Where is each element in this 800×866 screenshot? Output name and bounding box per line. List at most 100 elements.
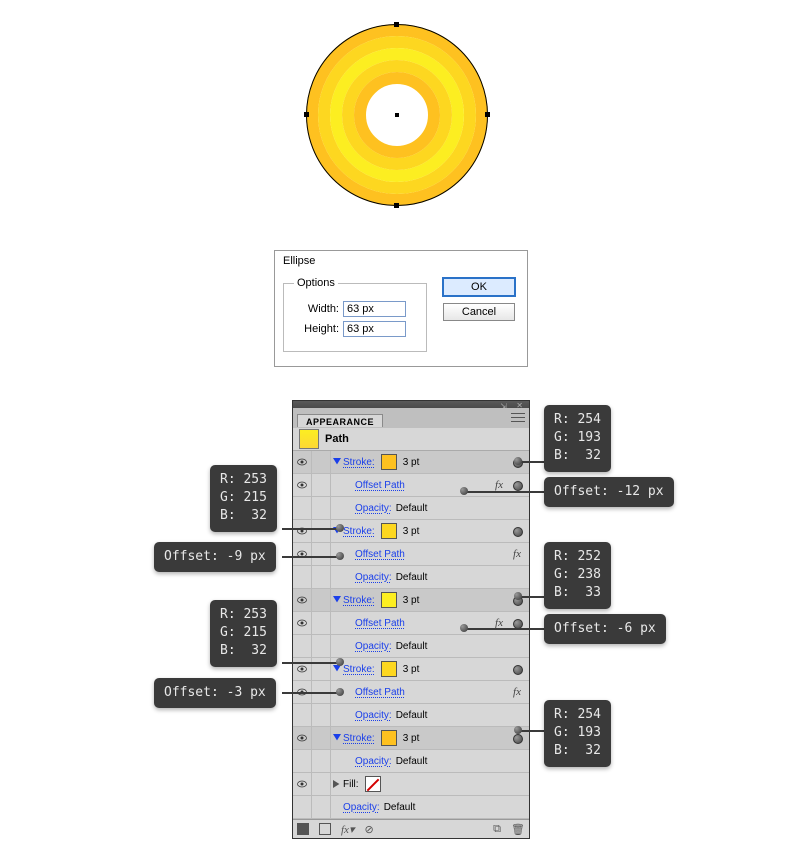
tab-appearance[interactable]: APPEARANCE (297, 414, 383, 427)
ellipse-dialog: Ellipse Options Width: Height: OK Cancel (274, 250, 528, 367)
opacity-row-1[interactable]: Opacity: Default (293, 497, 529, 520)
path-header[interactable]: Path (293, 428, 529, 451)
disclosure-icon[interactable] (331, 734, 343, 742)
opacity-row-2[interactable]: Opacity: Default (293, 566, 529, 589)
callout-rgb-2: R: 253 G: 215 B: 32 (210, 465, 277, 532)
path-thumb (299, 429, 319, 449)
width-input[interactable] (343, 301, 406, 317)
disclosure-icon[interactable] (331, 665, 343, 673)
visibility-toggle[interactable] (293, 474, 312, 496)
stroke-label[interactable]: Stroke: (343, 595, 375, 606)
opacity-row-5[interactable]: Opacity: Default (293, 750, 529, 773)
offset-row-2[interactable]: Offset Path fx (293, 543, 529, 566)
panel-menu-icon[interactable] (511, 411, 525, 423)
knob[interactable] (513, 665, 523, 675)
opacity-label[interactable]: Opacity: (355, 572, 392, 583)
options-legend: Options (294, 277, 338, 289)
stroke-row-2[interactable]: Stroke: 3 pt (293, 520, 529, 543)
callout-rgb-3: R: 252 G: 238 B: 33 (544, 542, 611, 609)
stroke-weight-5[interactable]: 3 pt (403, 733, 420, 744)
panel-footer: fx▾ ⊘ ⧉ 🗑 (293, 819, 529, 838)
stroke-row-3[interactable]: Stroke: 3 pt (293, 589, 529, 612)
opacity-row-final[interactable]: Opacity: Default (293, 796, 529, 819)
panel-tabbar: APPEARANCE (293, 408, 529, 428)
opacity-row-3[interactable]: Opacity: Default (293, 635, 529, 658)
opacity-value: Default (396, 641, 428, 652)
handle-s[interactable] (394, 203, 399, 208)
offset-label[interactable]: Offset Path (355, 480, 405, 491)
visibility-toggle[interactable] (293, 543, 312, 565)
stroke-label[interactable]: Stroke: (343, 733, 375, 744)
stroke-swatch-1[interactable] (381, 454, 397, 470)
width-label: Width: (294, 303, 343, 315)
ok-button[interactable]: OK (442, 277, 516, 297)
duplicate-icon[interactable]: ⧉ (493, 823, 501, 836)
new-fill-icon[interactable] (297, 823, 309, 835)
new-stroke-icon[interactable] (319, 823, 331, 835)
opacity-value: Default (396, 756, 428, 767)
fill-swatch-none[interactable] (365, 776, 381, 792)
callout-rgb-4: R: 253 G: 215 B: 32 (210, 600, 277, 667)
opacity-label[interactable]: Opacity: (355, 641, 392, 652)
offset-row-3[interactable]: Offset Path fx (293, 612, 529, 635)
callout-offset-1: Offset: -12 px (544, 477, 674, 507)
opacity-value: Default (384, 802, 416, 813)
fill-label[interactable]: Fill: (343, 779, 359, 790)
stroke-row-1[interactable]: Stroke: 3 pt (293, 451, 529, 474)
fx-indicator[interactable]: fx (513, 686, 521, 698)
appearance-list: Stroke: 3 pt Offset Path fx Opacity: Def… (293, 451, 529, 819)
fx-indicator[interactable]: fx (513, 548, 521, 560)
callout-offset-4: Offset: -3 px (154, 678, 276, 708)
height-label: Height: (294, 323, 343, 335)
stroke-swatch-5[interactable] (381, 730, 397, 746)
stroke-row-5[interactable]: Stroke: 3 pt (293, 727, 529, 750)
fx-indicator[interactable]: fx (495, 479, 503, 491)
disclosure-icon[interactable] (331, 596, 343, 604)
stroke-swatch-3[interactable] (381, 592, 397, 608)
path-label: Path (325, 433, 349, 445)
artwork-canvas (297, 15, 497, 215)
stroke-swatch-2[interactable] (381, 523, 397, 539)
stroke-label[interactable]: Stroke: (343, 526, 375, 537)
handle-w[interactable] (304, 112, 309, 117)
opacity-label[interactable]: Opacity: (355, 503, 392, 514)
visibility-toggle[interactable] (293, 727, 312, 749)
stroke-weight-1[interactable]: 3 pt (403, 457, 420, 468)
opacity-value: Default (396, 503, 428, 514)
handle-e[interactable] (485, 112, 490, 117)
disclosure-icon[interactable] (331, 458, 343, 466)
visibility-toggle[interactable] (293, 451, 312, 473)
visibility-toggle[interactable] (293, 612, 312, 634)
opacity-value: Default (396, 710, 428, 721)
knob[interactable] (513, 527, 523, 537)
stroke-swatch-4[interactable] (381, 661, 397, 677)
height-input[interactable] (343, 321, 406, 337)
opacity-label[interactable]: Opacity: (343, 802, 380, 813)
clear-appearance-icon[interactable]: ⊘ (364, 823, 373, 836)
knob[interactable] (513, 734, 523, 744)
opacity-label[interactable]: Opacity: (355, 756, 392, 767)
disclosure-icon[interactable] (331, 780, 343, 788)
fill-row[interactable]: Fill: (293, 773, 529, 796)
add-effect-icon[interactable]: fx▾ (341, 823, 354, 836)
stroke-label[interactable]: Stroke: (343, 664, 375, 675)
appearance-panel: ⇲ ✕ APPEARANCE Path Stroke: 3 pt Offset … (292, 400, 530, 839)
visibility-toggle[interactable] (293, 589, 312, 611)
visibility-toggle[interactable] (293, 520, 312, 542)
opacity-row-4[interactable]: Opacity: Default (293, 704, 529, 727)
stroke-weight-2[interactable]: 3 pt (403, 526, 420, 537)
stroke-weight-3[interactable]: 3 pt (403, 595, 420, 606)
offset-label[interactable]: Offset Path (355, 618, 405, 629)
offset-row-1[interactable]: Offset Path fx (293, 474, 529, 497)
opacity-label[interactable]: Opacity: (355, 710, 392, 721)
knob[interactable] (513, 481, 523, 491)
stroke-weight-4[interactable]: 3 pt (403, 664, 420, 675)
offset-label[interactable]: Offset Path (355, 549, 405, 560)
trash-icon[interactable]: 🗑 (511, 823, 525, 836)
offset-label[interactable]: Offset Path (355, 687, 405, 698)
stroke-label[interactable]: Stroke: (343, 457, 375, 468)
cancel-button[interactable]: Cancel (443, 303, 515, 321)
visibility-toggle[interactable] (293, 773, 312, 795)
panel-titlebar[interactable]: ⇲ ✕ (293, 401, 529, 408)
handle-n[interactable] (394, 22, 399, 27)
